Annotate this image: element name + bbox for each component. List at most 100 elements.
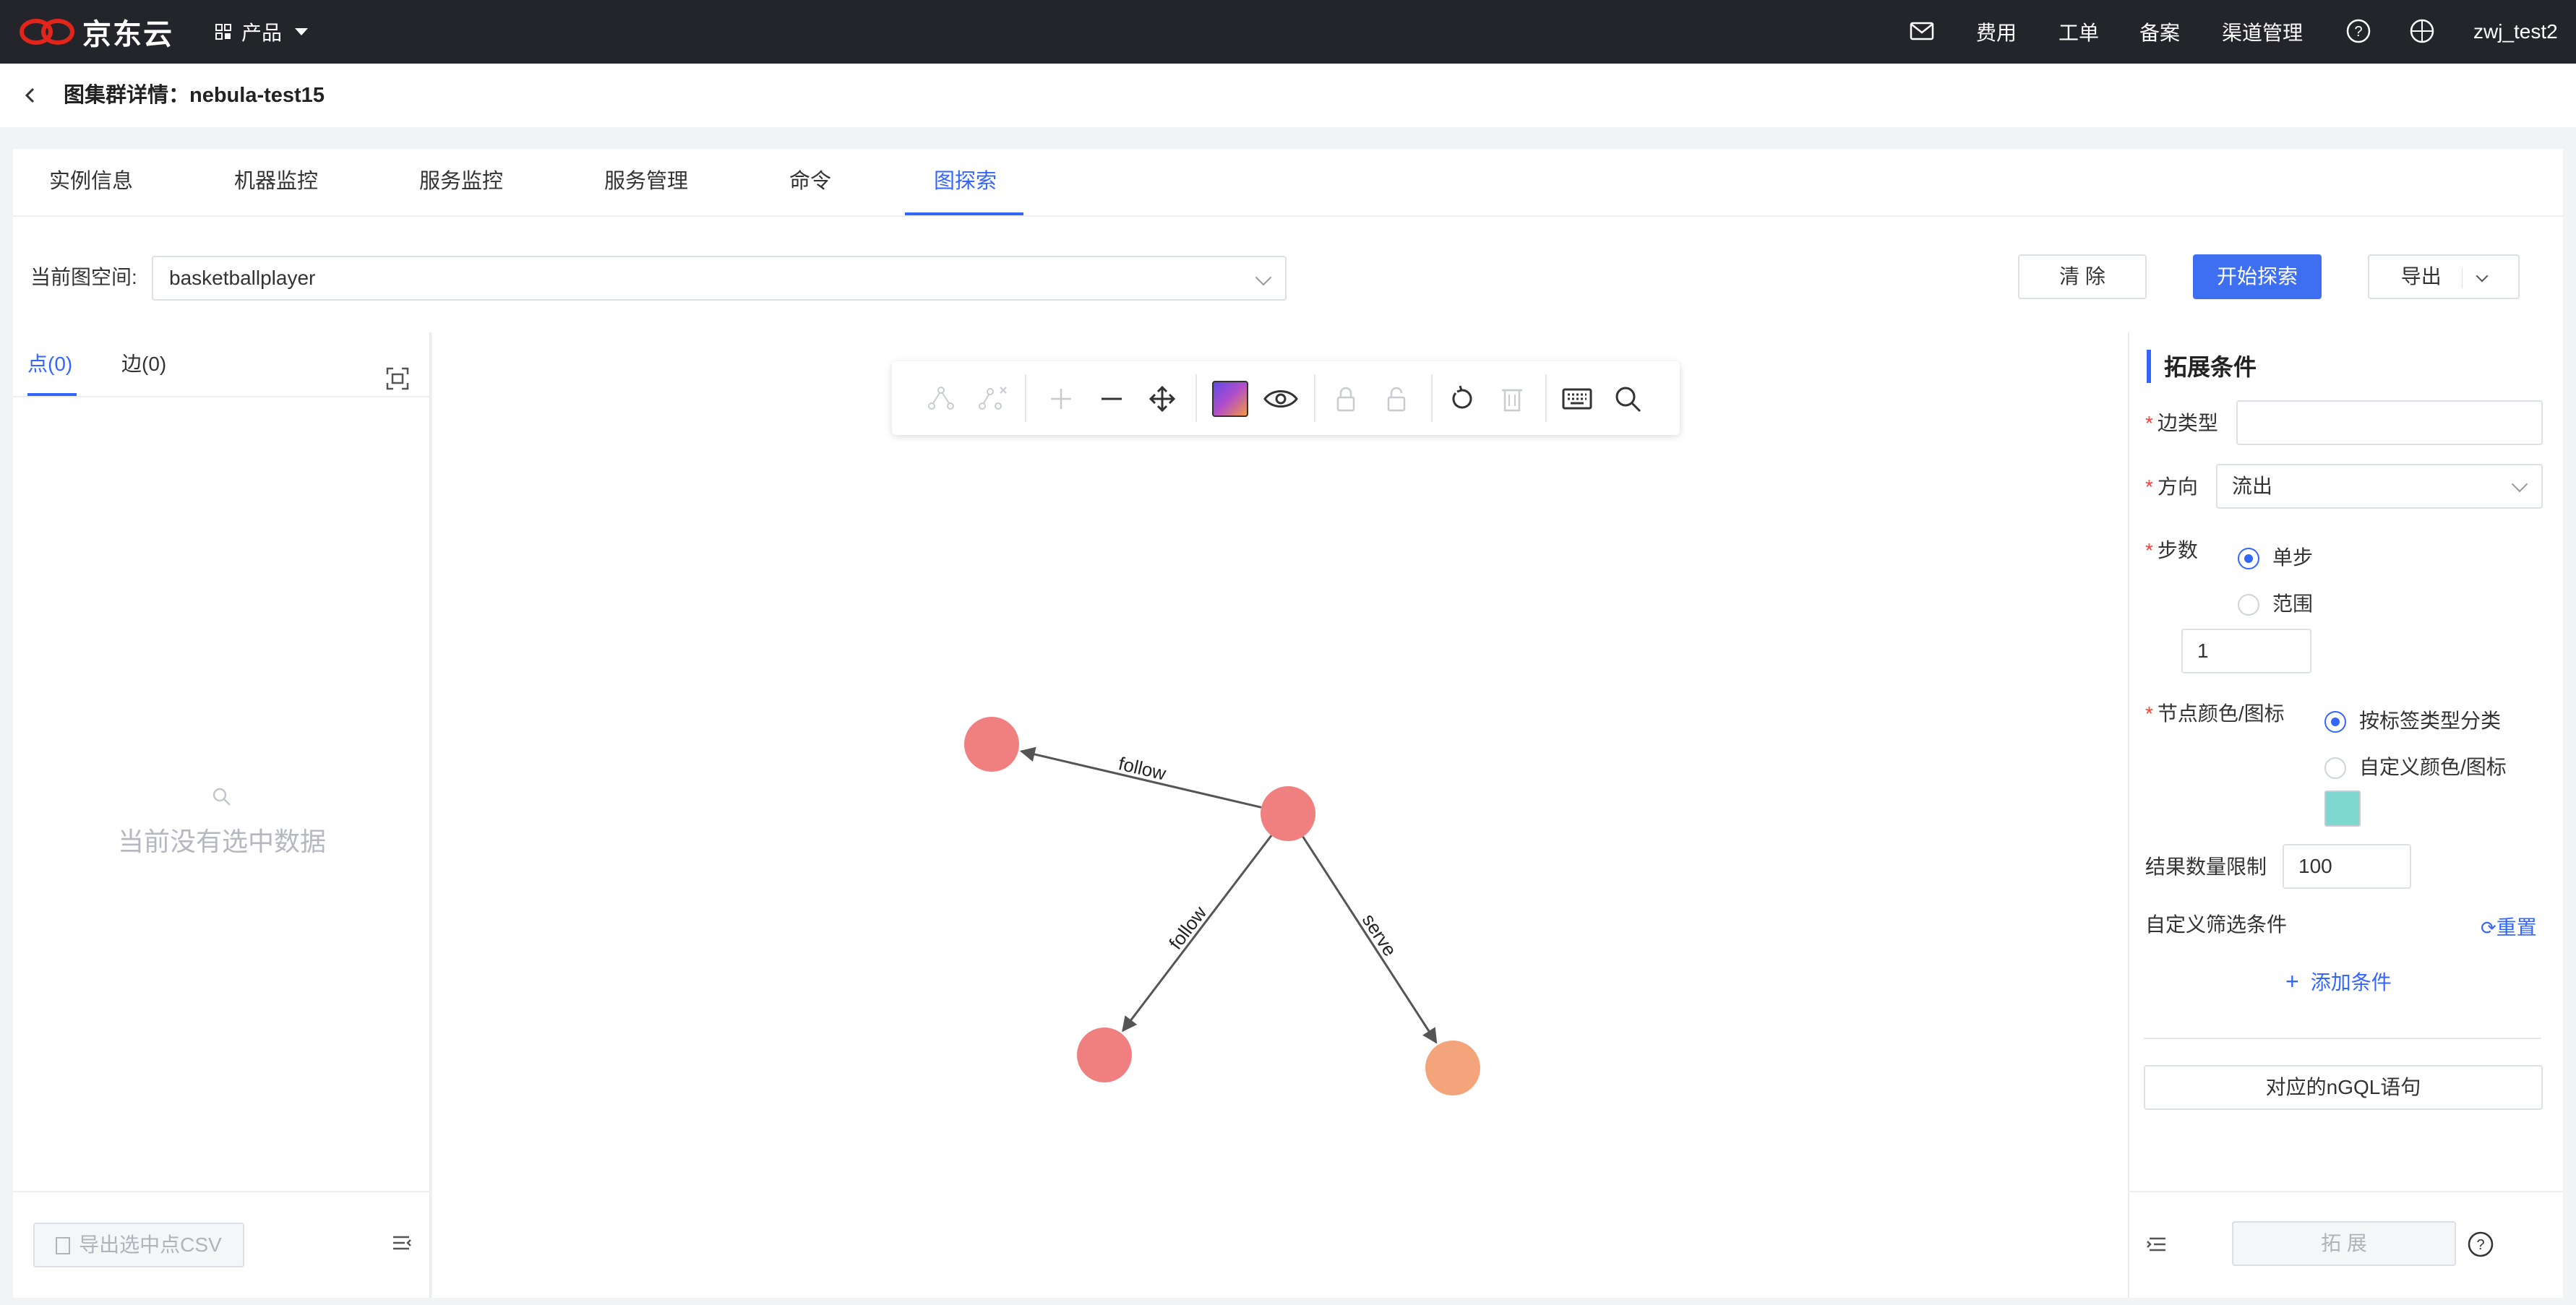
tab-service-management[interactable]: 服务管理 (604, 163, 688, 199)
fit-view-icon[interactable] (386, 367, 409, 390)
selection-panel (13, 332, 431, 1298)
tab-graph-explore[interactable]: 图探索 (934, 163, 997, 199)
tab-machine-monitor[interactable]: 机器监控 (234, 163, 318, 199)
nav-tickets[interactable]: 工单 (2058, 0, 2099, 64)
nodes-layer (964, 717, 1480, 1095)
plus-icon: + (2285, 968, 2299, 994)
right-panel-divider (2144, 1038, 2541, 1039)
lock-icon[interactable] (1330, 383, 1362, 415)
right-footer-divider (2128, 1191, 2563, 1192)
tab-vertices[interactable]: 点(0) (27, 350, 72, 379)
export-divider (2461, 267, 2463, 288)
graph-node[interactable] (1077, 1028, 1132, 1082)
zoom-out-icon[interactable] (1096, 383, 1128, 415)
page-header (0, 64, 2576, 127)
color-by-tag-radio[interactable] (2324, 711, 2346, 733)
nav-filing[interactable]: 备案 (2139, 0, 2180, 64)
globe-icon[interactable] (2408, 17, 2436, 45)
custom-color-radio[interactable] (2324, 757, 2346, 779)
ngql-statement-button[interactable]: 对应的nGQL语句 (2144, 1065, 2543, 1110)
nav-fees[interactable]: 费用 (1976, 0, 2017, 64)
graph-svg[interactable]: followfollow serve (432, 332, 2128, 1298)
limit-input[interactable]: 100 (2283, 844, 2411, 889)
steps-input[interactable]: 1 (2181, 629, 2311, 673)
toolbar-divider (1195, 374, 1197, 422)
custom-color-swatch[interactable] (2324, 791, 2361, 827)
add-condition-label: 添加条件 (2310, 971, 2392, 994)
graph-node[interactable] (964, 717, 1019, 772)
chevron-down-icon (2511, 475, 2528, 493)
move-icon[interactable] (1146, 383, 1178, 415)
graph-space-select[interactable]: basketballplayer (152, 256, 1287, 301)
limit-label: 结果数量限制 (2145, 856, 2267, 878)
active-tab-indicator (905, 212, 1023, 215)
caret-down-icon (295, 28, 309, 35)
add-condition-button[interactable]: + 添加条件 (2285, 967, 2392, 997)
search-icon[interactable] (1612, 383, 1644, 415)
empty-selection-text: 当前没有选中数据 (117, 827, 326, 856)
left-footer-divider (13, 1191, 431, 1192)
toolbar-divider (1025, 374, 1026, 422)
tab-service-monitor[interactable]: 服务监控 (419, 163, 503, 199)
remove-graph-icon[interactable] (976, 383, 1008, 415)
refresh-icon: ⟳ (2481, 917, 2496, 939)
tab-edges[interactable]: 边(0) (121, 350, 166, 379)
node-color-label: * 节点颜色/图标 (2145, 702, 2285, 725)
graph-edge[interactable] (1122, 835, 1273, 1033)
range-step-radio[interactable] (2238, 594, 2259, 616)
edge-type-label: * 边类型 (2145, 412, 2218, 434)
visibility-toggle-icon[interactable] (1262, 383, 1300, 415)
delete-icon[interactable] (1496, 383, 1528, 415)
zoom-in-icon[interactable] (1045, 383, 1077, 415)
expand-graph-icon[interactable] (925, 383, 957, 415)
chevron-down-icon (1255, 269, 1272, 286)
keyboard-icon[interactable] (1561, 383, 1593, 415)
edge-type-select[interactable] (2236, 400, 2543, 445)
export-dropdown-button[interactable]: 导出 (2368, 254, 2520, 299)
page-title: 图集群详情：nebula-test15 (64, 84, 325, 107)
menu-collapse-icon[interactable] (392, 1233, 413, 1254)
reset-label: 重置 (2496, 916, 2537, 939)
graph-node[interactable] (1425, 1041, 1480, 1095)
chevron-down-icon (2476, 270, 2489, 283)
tab-instance-info[interactable]: 实例信息 (49, 163, 133, 199)
search-empty-icon (212, 788, 231, 806)
tab-command[interactable]: 命令 (789, 163, 831, 199)
mail-icon[interactable] (1910, 20, 1934, 42)
expand-conditions-title: 拓展条件 (2164, 354, 2257, 380)
undo-icon[interactable] (1446, 383, 1477, 415)
help-icon[interactable]: ? (2345, 17, 2372, 45)
back-arrow-icon[interactable] (22, 87, 39, 104)
product-menu-label: 产品 (241, 22, 283, 44)
product-menu[interactable]: 产品 (215, 14, 309, 49)
unlock-icon[interactable] (1381, 383, 1412, 415)
brand-logo[interactable]: 京东云 (19, 13, 173, 51)
start-explore-button[interactable]: 开始探索 (2193, 254, 2322, 299)
color-palette-icon[interactable] (1211, 380, 1249, 418)
export-csv-label: 导出选中点CSV (79, 1233, 222, 1256)
menu-expand-icon[interactable] (2145, 1234, 2167, 1256)
top-navbar (0, 0, 2576, 64)
user-menu[interactable]: zwj_test2 (2473, 0, 2558, 64)
graph-node[interactable] (1261, 786, 1315, 841)
graph-space-value: basketballplayer (169, 267, 316, 289)
direction-label: * 方向 (2145, 475, 2198, 498)
help-circle-icon[interactable]: ? (2466, 1230, 2495, 1259)
steps-label: * 步数 (2145, 539, 2198, 561)
section-accent-bar (2147, 350, 2151, 383)
single-step-radio[interactable] (2238, 548, 2259, 569)
brand-name: 京东云 (82, 19, 173, 51)
toolbar-divider (1431, 374, 1433, 422)
direction-select[interactable]: 流出 (2216, 464, 2543, 509)
file-icon (56, 1237, 71, 1254)
single-step-label: 单步 (2272, 546, 2314, 569)
reset-link[interactable]: ⟳重置 (2481, 913, 2537, 942)
graph-canvas[interactable]: follow follow serve (432, 332, 2128, 1298)
expand-button[interactable]: 拓 展 (2232, 1221, 2456, 1266)
export-label: 导出 (2400, 265, 2442, 288)
edges-layer: followfollow serve (1019, 746, 1438, 1044)
clear-button[interactable]: 清 除 (2018, 254, 2147, 299)
nav-channel-management[interactable]: 渠道管理 (2222, 0, 2303, 64)
export-csv-button[interactable]: 导出选中点CSV (33, 1223, 244, 1267)
color-by-tag-label: 按标签类型分类 (2359, 710, 2502, 732)
